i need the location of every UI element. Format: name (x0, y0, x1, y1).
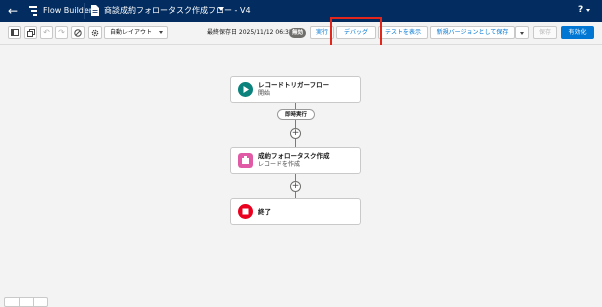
zoom-divider (19, 298, 20, 306)
toggle-panel-button[interactable] (8, 26, 21, 39)
chevron-down-icon[interactable] (218, 7, 224, 11)
redo-button[interactable]: ↷ (55, 26, 68, 39)
create-record-node[interactable]: 成約フォロータスク作成 レコードを作成 (230, 147, 361, 174)
start-node-title: レコードトリガーフロー (258, 81, 330, 89)
create-record-icon (238, 153, 253, 168)
add-element-button[interactable]: + (290, 128, 301, 139)
copy-button[interactable] (24, 26, 37, 39)
zoom-divider (33, 298, 34, 306)
status-badge: 無効 (289, 28, 307, 38)
plus-icon: + (291, 128, 300, 138)
play-icon (238, 82, 253, 97)
gear-icon (91, 29, 99, 36)
plus-icon: + (291, 181, 300, 191)
back-arrow-icon[interactable]: ← (6, 3, 20, 19)
view-tests-button[interactable]: テストを表示 (378, 26, 428, 39)
debug-highlight-box (330, 17, 382, 47)
help-chevron-down-icon[interactable] (586, 9, 590, 12)
start-node[interactable]: レコードトリガーフロー 開始 (230, 76, 361, 103)
copy-icon (26, 28, 35, 37)
toolbar: ↶ ↷ 自動レイアウト 最終保存日 2025/11/12 06:35 無効 実行… (0, 22, 602, 45)
error-check-button[interactable] (71, 26, 85, 39)
settings-button[interactable] (88, 26, 102, 39)
end-node[interactable]: 終了 (230, 198, 361, 225)
start-node-subtitle: 開始 (258, 90, 271, 97)
panel-icon (10, 29, 19, 36)
help-icon[interactable]: ? (578, 5, 583, 15)
layout-select-value: 自動レイアウト (110, 29, 153, 36)
create-node-subtitle: レコードを作成 (258, 161, 301, 168)
flow-title: 商談成約フォロータスク作成フロー - V4 (104, 6, 251, 15)
save-options-button[interactable] (515, 26, 529, 39)
end-node-title: 終了 (258, 208, 271, 216)
redo-icon: ↷ (58, 28, 65, 37)
header-divider (84, 3, 85, 19)
chevron-down-icon (519, 31, 524, 35)
add-element-button[interactable]: + (290, 181, 301, 192)
layout-select[interactable]: 自動レイアウト (104, 26, 168, 39)
run-immediately-label[interactable]: 即時実行 (277, 109, 315, 120)
app-header: ← Flow Builder 商談成約フォロータスク作成フロー - V4 ? (0, 0, 602, 22)
document-icon (91, 5, 99, 16)
save-as-new-version-button[interactable]: 新規バージョンとして保存 (430, 26, 515, 39)
create-node-title: 成約フォロータスク作成 (258, 152, 330, 160)
save-button[interactable]: 保存 (533, 26, 557, 39)
stop-icon (238, 204, 253, 219)
last-saved-text: 最終保存日 2025/11/12 06:35 (207, 29, 293, 36)
chevron-down-icon (159, 31, 163, 34)
activate-button[interactable]: 有効化 (561, 26, 594, 39)
prohibit-icon (74, 28, 82, 37)
undo-button[interactable]: ↶ (40, 26, 53, 39)
undo-icon: ↶ (43, 28, 50, 37)
flow-icon (29, 6, 37, 16)
zoom-controls[interactable] (4, 297, 48, 307)
